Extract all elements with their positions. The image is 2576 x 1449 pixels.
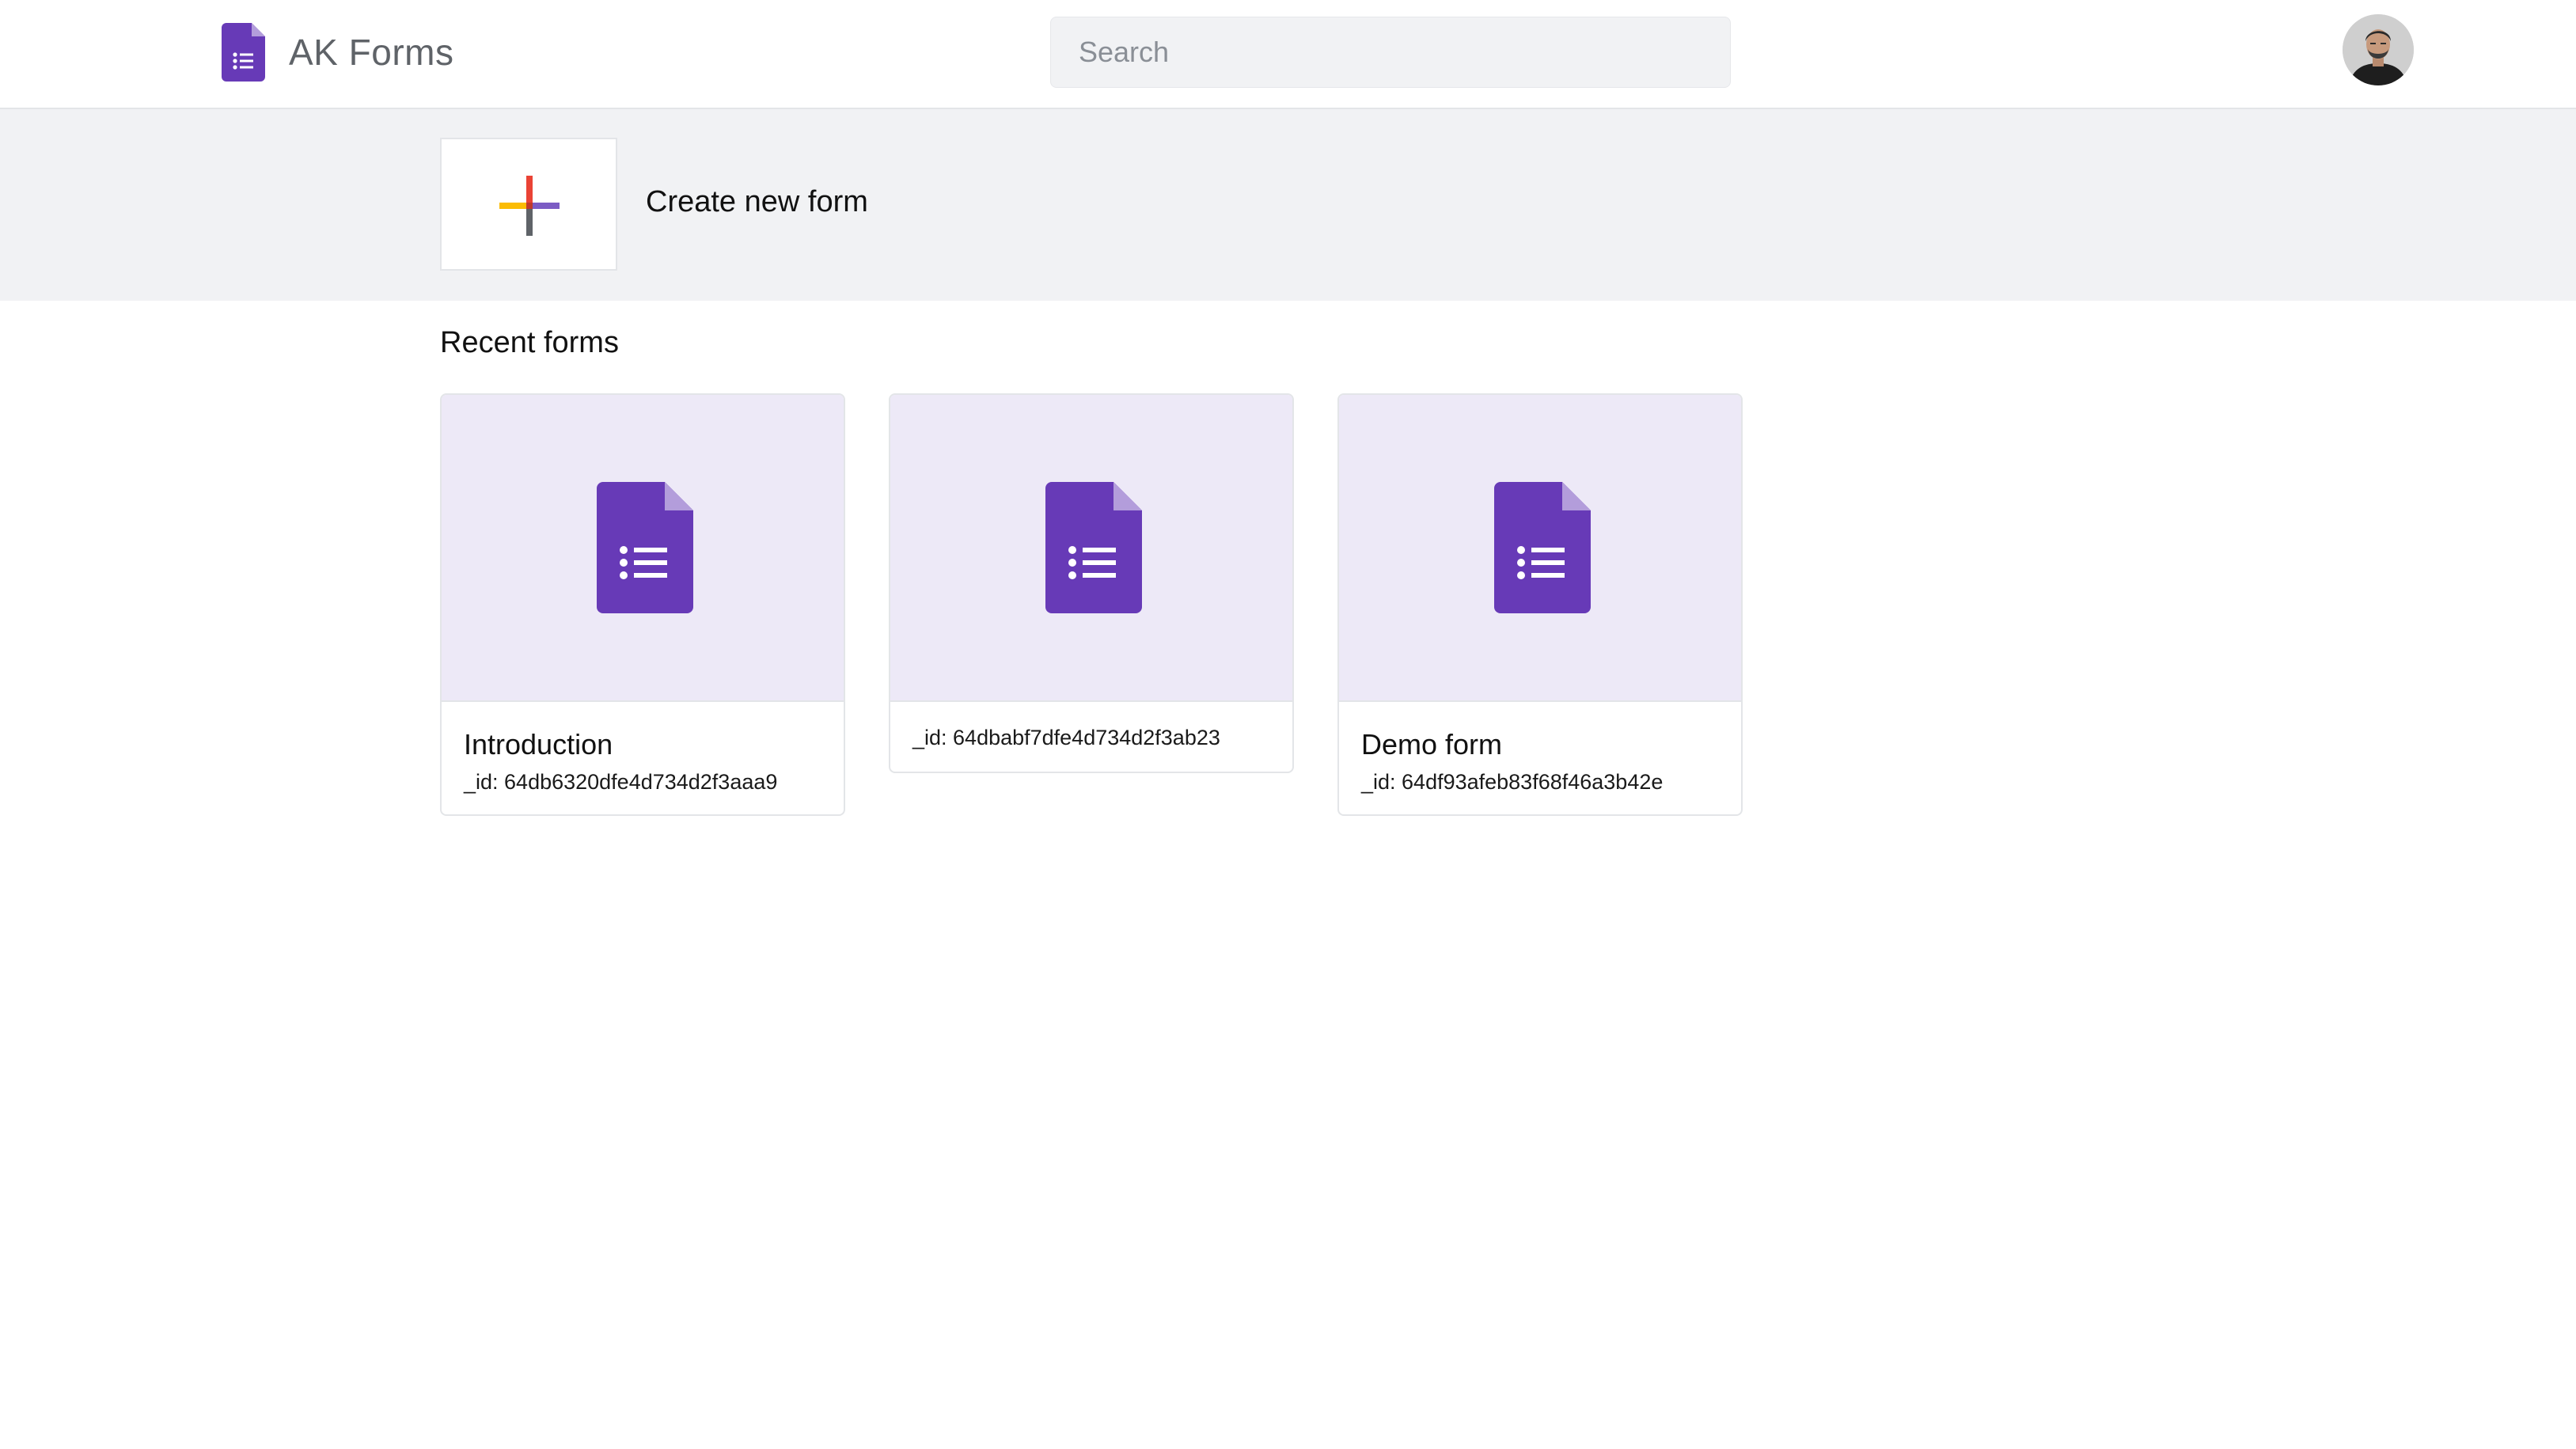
user-avatar-icon [2343,14,2414,85]
form-card[interactable]: _id: 64dbabf7dfe4d734d2f3ab23 [889,393,1294,773]
create-form-label[interactable]: Create new form [646,185,868,219]
form-doc-icon [597,482,693,613]
form-id: _id: 64df93afeb83f68f46a3b42e [1361,770,1664,794]
multicolor-plus-icon [499,176,560,236]
avatar[interactable] [2343,14,2414,85]
top-header: AK Forms [0,0,2576,109]
form-title: Demo form [1361,728,1503,761]
form-doc-icon [1045,482,1142,613]
form-thumbnail [890,395,1292,702]
app-name: AK Forms [289,32,454,73]
recent-forms-heading: Recent forms [440,326,619,359]
forms-logo-icon [222,23,265,82]
form-card-body: _id: 64dbabf7dfe4d734d2f3ab23 [890,702,1292,772]
form-card[interactable]: Introduction _id: 64db6320dfe4d734d2f3aa… [440,393,845,816]
form-card[interactable]: Demo form _id: 64df93afeb83f68f46a3b42e [1337,393,1743,816]
form-doc-icon [1494,482,1591,613]
form-thumbnail [1339,395,1741,702]
form-thumbnail [442,395,844,702]
app-brand[interactable]: AK Forms [222,22,453,82]
create-form-button[interactable] [440,138,617,271]
form-card-body: Demo form _id: 64df93afeb83f68f46a3b42e [1339,702,1741,814]
form-card-body: Introduction _id: 64db6320dfe4d734d2f3aa… [442,702,844,814]
form-id: _id: 64db6320dfe4d734d2f3aaa9 [464,770,778,794]
form-id: _id: 64dbabf7dfe4d734d2f3ab23 [912,726,1220,749]
create-form-section: Create new form [0,109,2576,301]
form-title: Introduction [464,728,613,761]
search-input[interactable] [1050,17,1731,88]
